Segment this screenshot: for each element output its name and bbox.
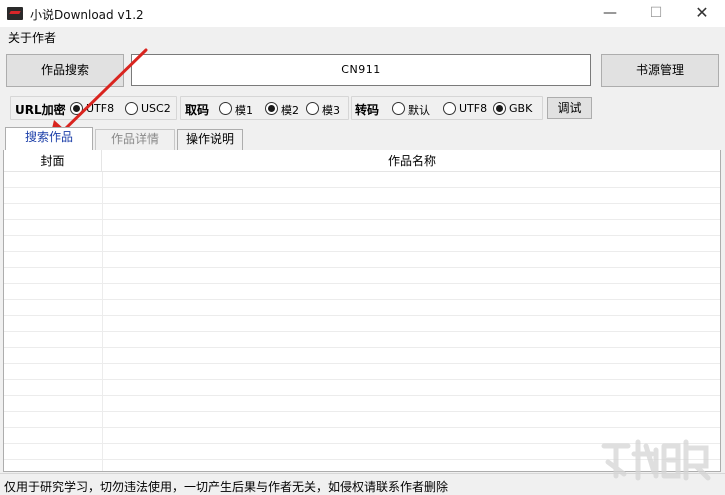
status-bar: 仅用于研究学习，切勿违法使用，一切产生后果与作者无关，如侵权请联系作者删除 [0, 473, 725, 495]
maximize-button[interactable]: ☐ [633, 0, 679, 28]
radio-url-utf8[interactable] [70, 102, 83, 115]
window-title: 小说Download v1.2 [30, 8, 144, 22]
url-encode-label: URL加密 [15, 103, 66, 117]
radio-fetch-3-label: 模3 [322, 104, 340, 117]
fetch-group: 取码 模1 模2 模3 [180, 96, 349, 120]
radio-trans-default[interactable] [392, 102, 405, 115]
radio-fetch-1[interactable] [219, 102, 232, 115]
radio-trans-default-label: 默认 [408, 104, 430, 117]
tab-strip: 搜索作品 作品详情 操作说明 [0, 126, 725, 150]
search-works-button[interactable]: 作品搜索 [6, 54, 124, 87]
app-logo-icon [7, 7, 23, 20]
radio-url-utf8-label: UTF8 [86, 102, 115, 115]
column-header-title[interactable]: 作品名称 [102, 150, 720, 172]
radio-trans-utf8[interactable] [443, 102, 456, 115]
menu-item-about[interactable]: 关于作者 [8, 29, 56, 46]
table-header: 封面 作品名称 [4, 150, 720, 172]
tab-instructions[interactable]: 操作说明 [177, 129, 243, 150]
main-panel: 作品搜索 CN911 书源管理 URL加密 UTF8 USC2 取码 模1 模2… [0, 46, 725, 473]
minimize-button[interactable]: — [587, 0, 633, 28]
radio-trans-gbk-label: GBK [509, 102, 533, 115]
status-text: 仅用于研究学习，切勿违法使用，一切产生后果与作者无关，如侵权请联系作者删除 [4, 480, 449, 494]
results-table[interactable]: 封面 作品名称 [3, 150, 721, 472]
source-manage-button[interactable]: 书源管理 [601, 54, 719, 87]
radio-trans-gbk[interactable] [493, 102, 506, 115]
tab-work-details[interactable]: 作品详情 [95, 129, 175, 150]
radio-url-usc2[interactable] [125, 102, 138, 115]
transcode-group: 转码 默认 UTF8 GBK [351, 96, 543, 120]
search-input[interactable]: CN911 [131, 54, 591, 86]
transcode-label: 转码 [355, 103, 380, 117]
radio-fetch-2-label: 模2 [281, 104, 299, 117]
fetch-label: 取码 [185, 103, 210, 117]
menu-bar: 关于作者 [0, 28, 725, 46]
title-bar: 小说Download v1.2 — ☐ ✕ [0, 0, 725, 28]
url-encode-group: URL加密 UTF8 USC2 [10, 96, 177, 120]
radio-fetch-1-label: 模1 [235, 104, 253, 117]
tab-search-works[interactable]: 搜索作品 [5, 127, 93, 150]
radio-fetch-2[interactable] [265, 102, 278, 115]
column-divider [102, 172, 103, 471]
radio-url-usc2-label: USC2 [141, 102, 171, 115]
column-header-cover[interactable]: 封面 [4, 150, 102, 172]
table-body [4, 172, 720, 471]
close-button[interactable]: ✕ [679, 0, 725, 28]
debug-button[interactable]: 调试 [547, 97, 592, 119]
radio-fetch-3[interactable] [306, 102, 319, 115]
radio-trans-utf8-label: UTF8 [459, 102, 488, 115]
